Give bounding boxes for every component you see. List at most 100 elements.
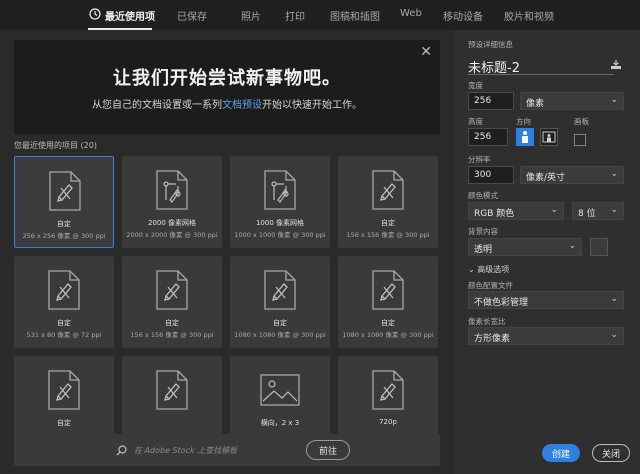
tab-art-illustration[interactable]: 图稿和插图: [330, 8, 380, 23]
preset-details-panel: 预设详细信息 未标题-2 宽度 256 像素 ⌄ 高度 方向 画板 256 分辨率…: [454, 30, 640, 474]
tab-mobile[interactable]: 移动设备: [443, 8, 483, 23]
width-input[interactable]: 256: [468, 92, 514, 110]
tab-print[interactable]: 打印: [285, 8, 305, 23]
recent-panel: ✕ 让我们开始尝试新事物吧。 从您自己的文档设置或一系列文档预设开始以快速开始工…: [0, 30, 454, 474]
recent-item-dimensions: 531 x 80 像素 @ 72 ppi: [26, 331, 102, 339]
recent-item[interactable]: 自定 156 x 156 像素 @ 300 ppi: [122, 256, 222, 348]
resolution-label: 分辨率: [468, 155, 491, 164]
recent-item-name: 自定: [273, 319, 287, 327]
width-unit-value: 像素: [526, 99, 545, 109]
resolution-input[interactable]: 300: [468, 166, 514, 184]
banner-subtitle-before: 从您自己的文档设置或一系列: [92, 100, 222, 111]
background-label: 背景内容: [468, 227, 498, 236]
pixel-aspect-select[interactable]: 方形像素 ⌄: [468, 327, 624, 345]
background-color-swatch[interactable]: [590, 238, 608, 256]
chevron-down-icon: ⌄: [610, 95, 618, 105]
color-mode-select[interactable]: RGB 颜色 ⌄: [468, 202, 564, 220]
recent-item[interactable]: 自定 531 x 80 像素 @ 72 ppi: [14, 256, 114, 348]
landscape-icon: [542, 131, 556, 143]
color-profile-value: 不做色彩管理: [474, 298, 529, 308]
recent-item-dimensions: 156 x 156 像素 @ 300 ppi: [130, 331, 214, 339]
custom-doc-icon: [264, 270, 296, 310]
background-select[interactable]: 透明 ⌄: [468, 238, 582, 256]
recent-item-name: 720p: [379, 418, 397, 426]
resolution-unit-select[interactable]: 像素/英寸 ⌄: [520, 166, 624, 184]
width-label: 宽度: [468, 81, 483, 90]
tab-film-video[interactable]: 胶片和视频: [504, 8, 554, 23]
chevron-down-icon: ⌄: [550, 205, 558, 215]
pixel-aspect-value: 方形像素: [474, 334, 511, 344]
custom-doc-icon: [48, 370, 80, 410]
recent-items-label: 您最近使用的项目: [14, 141, 78, 150]
welcome-banner: ✕ 让我们开始尝试新事物吧。 从您自己的文档设置或一系列文档预设开始以快速开始工…: [14, 40, 440, 134]
recent-item-dimensions: 1000 x 1000 像素 @ 300 ppi: [234, 231, 326, 239]
chevron-down-icon: ⌄: [610, 294, 618, 304]
stock-search-input[interactable]: [134, 443, 294, 457]
search-icon: [116, 445, 127, 456]
artboard-label: 画板: [574, 117, 589, 126]
recent-item-name: 自定: [381, 219, 395, 227]
recent-item[interactable]: 自定 1080 x 1080 像素 @ 300 ppi: [338, 256, 438, 348]
close-button[interactable]: 关闭: [592, 444, 630, 462]
landscape-orientation-button[interactable]: [540, 128, 558, 146]
color-mode-label: 颜色模式: [468, 191, 498, 200]
recent-item[interactable]: 自定 156 x 156 像素 @ 300 ppi: [338, 156, 438, 248]
advanced-options-toggle[interactable]: ⌄ 高级选项: [468, 264, 509, 275]
height-input[interactable]: 256: [468, 128, 508, 146]
tab-photo[interactable]: 照片: [241, 8, 261, 23]
bit-depth-select[interactable]: 8 位 ⌄: [572, 202, 624, 220]
close-icon[interactable]: ✕: [420, 44, 432, 60]
portrait-icon: [522, 131, 528, 143]
save-preset-icon[interactable]: [610, 59, 622, 70]
grid-doc-icon: [156, 170, 188, 210]
document-presets-link[interactable]: 文档预设: [222, 100, 262, 111]
tab-saved[interactable]: 已保存: [177, 8, 207, 23]
go-button[interactable]: 前往: [306, 440, 350, 460]
stock-search-bar: 前往: [14, 434, 440, 466]
tab-recent[interactable]: 最近使用项: [105, 8, 155, 23]
preset-details-heading: 预设详细信息: [468, 40, 513, 49]
recent-item[interactable]: 1000 像素网格 1000 x 1000 像素 @ 300 ppi: [230, 156, 330, 248]
resolution-unit-value: 像素/英寸: [526, 173, 566, 183]
custom-doc-icon: [372, 270, 404, 310]
recent-item[interactable]: 自定 256 x 256 像素 @ 300 ppi: [14, 156, 114, 248]
color-profile-select[interactable]: 不做色彩管理 ⌄: [468, 291, 624, 309]
recent-item-name: 自定: [165, 319, 179, 327]
custom-doc-icon: [49, 171, 81, 211]
chevron-down-icon: ⌄: [568, 241, 576, 251]
clock-icon: [89, 8, 101, 20]
recent-items-grid: 自定 256 x 256 像素 @ 300 ppi 2000 像素网格 2000 x …: [14, 156, 440, 458]
banner-subtitle: 从您自己的文档设置或一系列文档预设开始以快速开始工作。: [14, 96, 440, 111]
recent-item-dimensions: 156 x 156 像素 @ 300 ppi: [346, 231, 430, 239]
portrait-orientation-button[interactable]: [516, 128, 534, 146]
preset-tab-bar: 最近使用项 已保存 照片 打印 图稿和插图 Web 移动设备 胶片和视频: [0, 0, 640, 30]
banner-subtitle-after: 开始以快速开始工作。: [262, 100, 362, 111]
recent-item-name: 自定: [57, 419, 71, 427]
image-doc-icon: [260, 374, 300, 406]
width-unit-select[interactable]: 像素 ⌄: [520, 92, 624, 110]
background-value: 透明: [474, 245, 493, 255]
pixel-aspect-label: 像素长宽比: [468, 317, 506, 326]
chevron-down-icon: ⌄: [610, 330, 618, 340]
grid-doc-icon: [264, 170, 296, 210]
artboard-checkbox[interactable]: [574, 134, 586, 146]
height-label: 高度: [468, 117, 483, 126]
custom-doc-icon: [48, 270, 80, 310]
custom-doc-icon: [372, 370, 404, 410]
recent-item-name: 横向，2 x 3: [260, 419, 300, 427]
custom-doc-icon: [372, 170, 404, 210]
recent-item-name: 2000 像素网格: [147, 219, 197, 227]
create-button[interactable]: 创建: [542, 444, 580, 462]
recent-item-name: 1000 像素网格: [255, 219, 305, 227]
recent-item[interactable]: 自定 1080 x 1080 像素 @ 300 ppi: [230, 256, 330, 348]
recent-item-name: 自定: [381, 319, 395, 327]
banner-title: 让我们开始尝试新事物吧。: [113, 68, 341, 89]
tab-web[interactable]: Web: [400, 8, 422, 19]
recent-item[interactable]: 2000 像素网格 2000 x 2000 像素 @ 300 ppi: [122, 156, 222, 248]
recent-item-name: 自定: [57, 319, 71, 327]
chevron-down-icon: ⌄: [610, 169, 618, 179]
recent-item-name: 自定: [57, 220, 71, 228]
chevron-down-icon: ⌄: [468, 265, 475, 274]
recent-items-heading: 您最近使用的项目 (20): [14, 140, 97, 151]
custom-doc-icon: [156, 370, 188, 410]
